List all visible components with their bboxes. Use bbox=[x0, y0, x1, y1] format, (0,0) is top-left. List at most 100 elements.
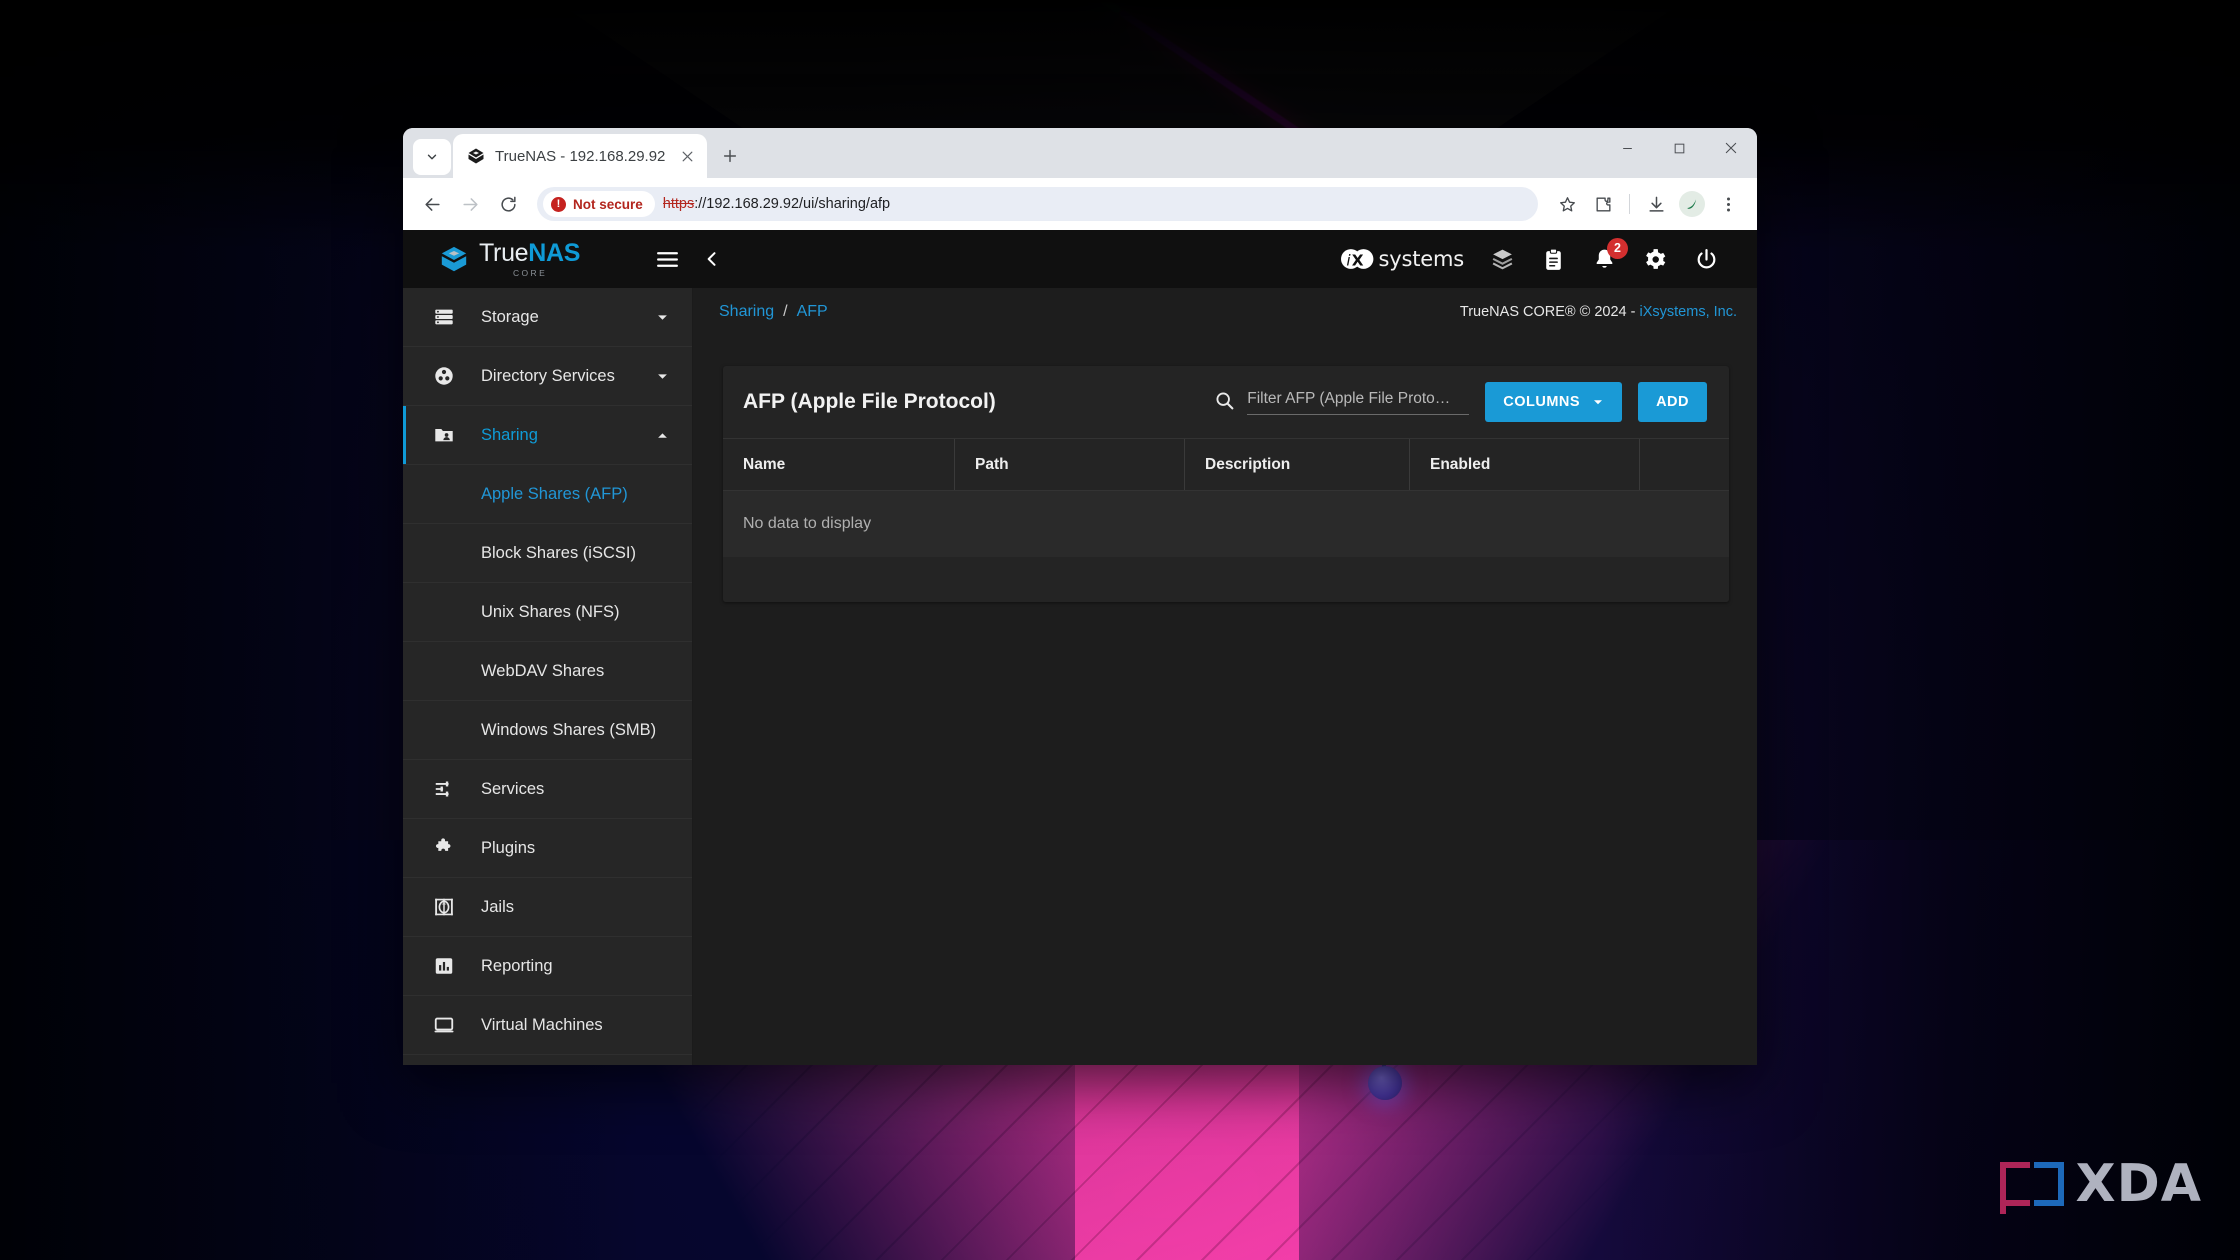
sidebar-subitem-label: WebDAV Shares bbox=[481, 661, 605, 680]
chevron-down-icon bbox=[655, 369, 670, 384]
sidebar-item-block-shares-iscsi[interactable]: Block Shares (iSCSI) bbox=[403, 524, 692, 583]
services-sliders-icon bbox=[433, 778, 463, 800]
directory-services-icon bbox=[433, 365, 463, 387]
sharing-folder-icon bbox=[433, 424, 463, 446]
star-icon[interactable] bbox=[1550, 187, 1584, 221]
search-input[interactable] bbox=[1247, 389, 1470, 408]
not-secure-badge[interactable]: ! Not secure bbox=[543, 191, 655, 217]
browser-tab[interactable]: TrueNAS - 192.168.29.92 bbox=[453, 134, 707, 178]
window-minimize-button[interactable] bbox=[1601, 128, 1653, 168]
download-icon[interactable] bbox=[1639, 187, 1673, 221]
sidebar-item-storage[interactable]: Storage bbox=[403, 288, 692, 347]
browser-window: TrueNAS - 192.168.29.92 ! Not secure htt… bbox=[403, 128, 1757, 1065]
sidebar-item-webdav-shares[interactable]: WebDAV Shares bbox=[403, 642, 692, 701]
tab-close-icon[interactable] bbox=[677, 146, 697, 166]
window-maximize-button[interactable] bbox=[1653, 128, 1705, 168]
caret-down-icon bbox=[1592, 396, 1604, 408]
columns-button-label: COLUMNS bbox=[1503, 394, 1581, 410]
browser-toolbar: ! Not secure https://192.168.29.92/ui/sh… bbox=[403, 178, 1757, 230]
truenas-logo[interactable]: TrueNAS CORE bbox=[403, 230, 631, 288]
sidebar-item-reporting[interactable]: Reporting bbox=[403, 937, 692, 996]
address-bar[interactable]: ! Not secure https://192.168.29.92/ui/sh… bbox=[537, 187, 1538, 221]
xda-watermark: XDA bbox=[1999, 1154, 2203, 1214]
columns-button[interactable]: COLUMNS bbox=[1485, 382, 1623, 422]
table-header-enabled[interactable]: Enabled bbox=[1410, 439, 1640, 490]
breadcrumb-current[interactable]: AFP bbox=[797, 303, 828, 321]
back-arrow-icon[interactable] bbox=[415, 187, 449, 221]
table-footer bbox=[723, 557, 1729, 602]
svg-text:X: X bbox=[1351, 251, 1363, 269]
clipboard-tasks-icon[interactable] bbox=[1541, 247, 1566, 272]
afp-shares-card: AFP (Apple File Protocol) Filter AFP (Ap… bbox=[723, 366, 1729, 602]
virtual-machines-monitor-icon bbox=[433, 1014, 463, 1036]
shares-table: Name Path Description Enabled No data to… bbox=[723, 438, 1729, 602]
tab-search-button[interactable] bbox=[413, 139, 451, 175]
breadcrumb-parent[interactable]: Sharing bbox=[719, 303, 774, 321]
window-close-button[interactable] bbox=[1705, 128, 1757, 168]
power-icon[interactable] bbox=[1694, 247, 1719, 272]
sidebar-item-unix-shares-nfs[interactable]: Unix Shares (NFS) bbox=[403, 583, 692, 642]
window-controls bbox=[1601, 128, 1757, 178]
profile-avatar[interactable] bbox=[1675, 187, 1709, 221]
add-button[interactable]: ADD bbox=[1638, 382, 1707, 422]
logo-text-true: True bbox=[479, 238, 529, 267]
not-secure-label: Not secure bbox=[573, 196, 643, 212]
sidebar-item-plugins[interactable]: Plugins bbox=[403, 819, 692, 878]
breadcrumb: Sharing / AFP TrueNAS CORE® © 2024 - iXs… bbox=[693, 288, 1757, 336]
new-tab-button[interactable] bbox=[713, 139, 747, 173]
gear-settings-icon[interactable] bbox=[1643, 247, 1668, 272]
sidebar-item-label: Plugins bbox=[481, 838, 536, 857]
sidebar-item-sharing[interactable]: Sharing bbox=[403, 406, 692, 465]
topbar-left-controls bbox=[655, 247, 722, 272]
sidebar-subitem-label: Apple Shares (AFP) bbox=[481, 484, 628, 503]
truenas-favicon bbox=[467, 147, 485, 165]
chevron-left-icon[interactable] bbox=[702, 249, 722, 269]
sidebar-item-label: Services bbox=[481, 779, 545, 798]
sidebar-item-label: Reporting bbox=[481, 956, 553, 975]
table-header-name[interactable]: Name bbox=[723, 439, 955, 490]
plugins-puzzle-icon bbox=[433, 837, 463, 859]
sidebar-item-label: Directory Services bbox=[481, 366, 615, 385]
sidebar-item-jails[interactable]: Jails bbox=[403, 878, 692, 937]
copyright-text: TrueNAS CORE® © 2024 - bbox=[1459, 304, 1640, 320]
address-bar-url: https://192.168.29.92/ui/sharing/afp bbox=[663, 196, 890, 212]
chevron-up-icon bbox=[655, 428, 670, 443]
sidebar-item-windows-shares-smb[interactable]: Windows Shares (SMB) bbox=[403, 701, 692, 760]
sidebar-item-label: Sharing bbox=[481, 425, 538, 444]
jails-icon bbox=[433, 896, 463, 918]
main-content: Sharing / AFP TrueNAS CORE® © 2024 - iXs… bbox=[693, 288, 1757, 1065]
ixsystems-logo: i X systems bbox=[1340, 246, 1465, 272]
xda-watermark-text: XDA bbox=[2075, 1154, 2202, 1214]
copyright-link[interactable]: iXsystems, Inc. bbox=[1640, 304, 1738, 320]
breadcrumb-separator: / bbox=[783, 303, 788, 320]
reload-icon[interactable] bbox=[491, 187, 525, 221]
three-dot-menu-icon[interactable] bbox=[1711, 187, 1745, 221]
sidebar: Storage Directory Services Sharing Apple… bbox=[403, 288, 693, 1065]
sidebar-item-directory-services[interactable]: Directory Services bbox=[403, 347, 692, 406]
table-header-description[interactable]: Description bbox=[1185, 439, 1410, 490]
url-scheme: https bbox=[662, 196, 695, 212]
desktop: XDA TrueNAS - 192.168.29.92 ! Not secure… bbox=[0, 0, 2240, 1260]
ixsystems-logo-text: systems bbox=[1378, 247, 1465, 271]
bell-notifications-icon[interactable]: 2 bbox=[1592, 237, 1628, 272]
forward-arrow-icon[interactable] bbox=[453, 187, 487, 221]
tab-strip: TrueNAS - 192.168.29.92 bbox=[403, 128, 1757, 178]
sidebar-item-virtual-machines[interactable]: Virtual Machines bbox=[403, 996, 692, 1055]
logo-subtitle: CORE bbox=[513, 267, 548, 278]
toolbar-right-icons bbox=[1550, 187, 1745, 221]
table-empty-message: No data to display bbox=[723, 491, 1729, 557]
toolbar-divider bbox=[1629, 194, 1630, 214]
search-icon[interactable] bbox=[1214, 390, 1235, 415]
cube-layers-icon[interactable] bbox=[1490, 247, 1515, 272]
truenas-logo-icon bbox=[439, 244, 469, 274]
xda-bracket-icon bbox=[1999, 1162, 2064, 1214]
notification-badge: 2 bbox=[1607, 237, 1628, 259]
hamburger-menu-icon[interactable] bbox=[655, 247, 680, 272]
sidebar-item-apple-shares-afp[interactable]: Apple Shares (AFP) bbox=[403, 465, 692, 524]
extensions-puzzle-icon[interactable] bbox=[1586, 187, 1620, 221]
app-body: Storage Directory Services Sharing Apple… bbox=[403, 288, 1757, 1065]
page-title: AFP (Apple File Protocol) bbox=[743, 390, 996, 413]
table-header-path[interactable]: Path bbox=[955, 439, 1185, 490]
sidebar-item-label: Jails bbox=[481, 897, 515, 916]
sidebar-item-services[interactable]: Services bbox=[403, 760, 692, 819]
